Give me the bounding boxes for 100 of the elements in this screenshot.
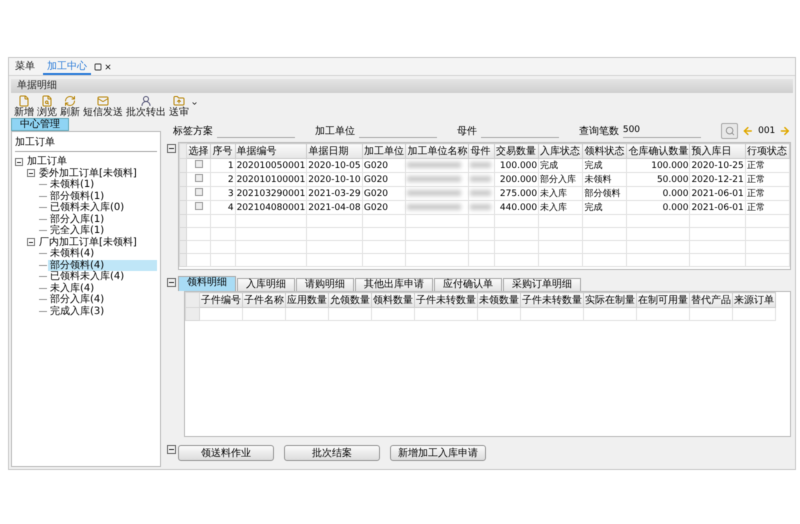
table-cell: 202010100001: [235, 172, 307, 186]
tree-item[interactable]: 部分领料(1): [48, 190, 157, 202]
column-header[interactable]: 预入库日: [690, 144, 746, 158]
restore-icon[interactable]: [94, 63, 102, 71]
column-header[interactable]: 序号: [210, 144, 236, 158]
table-cell: G020: [362, 200, 406, 214]
table-cell: 2020-12-21: [690, 172, 746, 186]
table-cell: 4: [210, 200, 236, 214]
checkbox[interactable]: [194, 160, 203, 168]
panel-tab[interactable]: 中心管理: [11, 118, 69, 131]
tree-item[interactable]: 已领料未入库(0): [48, 202, 157, 214]
column-header[interactable]: 行项状态: [745, 144, 790, 158]
tree-item[interactable]: 部分领料(4): [48, 260, 157, 271]
collapse-toggle[interactable]: [15, 158, 23, 166]
table-cell: 2021-06-01: [690, 186, 746, 200]
table-cell: 正常: [745, 200, 790, 214]
action-button[interactable]: 领送料作业: [178, 445, 274, 461]
column-header[interactable]: 子件未转数量: [414, 292, 478, 308]
column-header[interactable]: 未领数量: [478, 292, 520, 308]
toolbar-button[interactable]: 送审: [168, 95, 190, 118]
panel-title: 单据明细: [11, 79, 793, 93]
tree-item[interactable]: 已领料未入库(4): [48, 271, 157, 282]
column-header[interactable]: 单据日期: [306, 144, 362, 158]
document-icon: [18, 95, 30, 107]
blurred-text: [407, 204, 462, 210]
column-header[interactable]: 选择: [186, 144, 211, 158]
previous-icon[interactable]: [742, 125, 754, 137]
filter-label: 标签方案: [173, 124, 213, 138]
column-header[interactable]: 子件编号: [200, 292, 242, 308]
toolbar-button[interactable]: 浏览: [36, 95, 58, 118]
table-cell: 1: [210, 158, 236, 172]
collapse-icon[interactable]: [167, 278, 176, 287]
tree-item[interactable]: 部分入库(4): [48, 294, 157, 306]
column-header[interactable]: 仓库确认数量: [626, 144, 690, 158]
table-cell: 未入库: [538, 200, 583, 214]
search-button[interactable]: [720, 123, 738, 139]
checkbox[interactable]: [194, 174, 203, 182]
tree-item[interactable]: 委外加工订单[未领料]: [37, 168, 157, 179]
tab[interactable]: 领料明细: [178, 276, 236, 291]
column-header[interactable]: 应用数量: [286, 292, 328, 308]
tab[interactable]: 菜单: [11, 59, 39, 75]
tree-item[interactable]: 加工订单: [25, 156, 157, 168]
column-header[interactable]: 领料数量: [372, 292, 414, 308]
column-header[interactable]: 替代产品: [690, 292, 732, 308]
column-header[interactable]: 子件名称: [242, 292, 286, 308]
tree-item[interactable]: 部分入库(1): [48, 214, 157, 225]
column-header[interactable]: 允领数量: [328, 292, 372, 308]
table-cell: 100.000: [494, 158, 539, 172]
table-cell: 100.000: [626, 158, 690, 172]
tab[interactable]: 其他出库申请: [355, 278, 433, 291]
tree-item[interactable]: 完全入库(1): [48, 225, 157, 236]
column-header[interactable]: 来源订单: [732, 292, 776, 308]
next-icon[interactable]: [779, 125, 791, 137]
column-header[interactable]: 入库状态: [538, 144, 583, 158]
toolbar-button[interactable]: 刷新: [59, 95, 81, 118]
table-cell: 正常: [745, 172, 790, 186]
collapse-toggle[interactable]: [27, 169, 35, 178]
table-cell: 完成: [538, 158, 583, 172]
filter-field[interactable]: 500: [622, 124, 701, 138]
tab[interactable]: 加工中心: [43, 59, 91, 75]
caret-icon[interactable]: [191, 100, 198, 107]
column-header[interactable]: 加工单位: [362, 144, 406, 158]
tab[interactable]: 入库明细: [237, 278, 295, 291]
toolbar-button[interactable]: 新增: [13, 95, 35, 118]
toolbar-button[interactable]: 批次转出: [125, 95, 167, 118]
checkbox[interactable]: [194, 188, 203, 196]
filter-label: 母件: [456, 125, 477, 138]
column-header[interactable]: 单据编号: [235, 144, 307, 158]
blurred-text: [470, 162, 491, 168]
tree-item[interactable]: 完成入库(3): [48, 306, 157, 317]
column-header[interactable]: 实际在制量: [584, 292, 636, 308]
tree-item[interactable]: 未领料(1): [48, 179, 157, 190]
checkbox[interactable]: [194, 202, 203, 210]
tab[interactable]: 采购订单明细: [503, 278, 581, 291]
tab[interactable]: 应付确认单: [434, 278, 502, 291]
tab[interactable]: 请购明细: [296, 278, 354, 291]
collapse-icon[interactable]: [167, 144, 176, 153]
tree-item[interactable]: 未领料(4): [48, 248, 157, 260]
collapse-icon[interactable]: [167, 445, 176, 454]
folder-icon: [173, 95, 185, 107]
category-field[interactable]: 加工订单: [15, 136, 157, 152]
action-button[interactable]: 批次结案: [284, 445, 380, 461]
column-header[interactable]: 子件未转数量: [520, 292, 584, 308]
collapse-toggle[interactable]: [27, 238, 35, 246]
blurred-text: [407, 176, 462, 182]
table-cell: 2: [210, 172, 236, 186]
tree-item[interactable]: 未入库(4): [48, 282, 157, 294]
close-icon[interactable]: [104, 63, 112, 71]
column-header[interactable]: 加工单位名称: [406, 144, 469, 158]
column-header[interactable]: 领料状态: [582, 144, 627, 158]
table-cell: 2021-03-29: [306, 186, 362, 200]
column-header[interactable]: 交易数量: [494, 144, 539, 158]
column-header[interactable]: 在制可用量: [636, 292, 690, 308]
table-cell: 未入库: [538, 186, 583, 200]
filter-label: 查询笔数: [578, 124, 619, 138]
column-header[interactable]: 母件: [468, 144, 494, 158]
action-button[interactable]: 新增加工入库申请: [390, 445, 486, 461]
table-cell: 275.000: [494, 186, 539, 200]
toolbar-button[interactable]: 短信发送: [82, 95, 124, 118]
tree-item[interactable]: 厂内加工订单[未领料]: [37, 236, 157, 248]
